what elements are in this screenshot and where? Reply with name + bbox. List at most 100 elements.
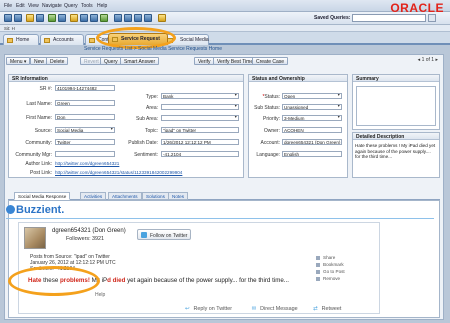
- author-link[interactable]: http://twitter.com/dgreen654321: [55, 161, 119, 166]
- paste-icon[interactable]: [100, 14, 108, 22]
- status-ownership-section: Status and Ownership: [248, 74, 348, 178]
- verify-best-time-button[interactable]: Verify Best Time: [213, 57, 258, 65]
- community-field[interactable]: Twitter: [55, 139, 115, 145]
- summary-textarea[interactable]: [356, 86, 436, 126]
- direct-message-button[interactable]: Direct Message: [260, 306, 297, 312]
- refresh-icon[interactable]: [48, 14, 56, 22]
- menu-edit[interactable]: Edit: [16, 3, 25, 9]
- tab-solutions[interactable]: Solutions: [142, 192, 169, 200]
- buzzient-logo: Buzzient.: [16, 204, 65, 216]
- home-icon: [7, 38, 13, 43]
- saved-queries-label: Saved Queries:: [314, 15, 351, 21]
- tab-home[interactable]: Home: [3, 34, 39, 45]
- next-page-icon[interactable]: ▸: [435, 57, 438, 63]
- area-label: Area:: [146, 105, 158, 111]
- breadcrumb[interactable]: Service Requests List > Social Media Ser…: [4, 46, 444, 53]
- area-select[interactable]: [161, 104, 239, 110]
- sr-number-field[interactable]: 4101994-14274482: [55, 85, 115, 91]
- menu-file[interactable]: File: [4, 3, 12, 9]
- sub-status-select[interactable]: Unassigned: [282, 104, 342, 110]
- saved-queries-select[interactable]: [352, 14, 426, 22]
- priority-label: Priority:: [263, 116, 280, 122]
- owner-field[interactable]: ACOHEN: [282, 127, 342, 133]
- topic-field[interactable]: "ipad" on Twitter: [161, 127, 239, 133]
- detailed-description-text[interactable]: Hate these problems ! My iPad died yet a…: [355, 143, 437, 175]
- priority-select[interactable]: 3-Medium: [282, 115, 342, 121]
- sentiment-field[interactable]: -41.2104: [161, 151, 239, 157]
- query-button[interactable]: Query: [100, 57, 122, 65]
- copy-icon[interactable]: [90, 14, 98, 22]
- print-icon[interactable]: [58, 14, 66, 22]
- menu-navigate[interactable]: Navigate: [42, 3, 62, 9]
- toolbar: Saved Queries:: [0, 12, 450, 25]
- prev-record-icon[interactable]: [124, 14, 132, 22]
- avatar[interactable]: [24, 227, 46, 249]
- create-case-button[interactable]: Create Case: [252, 57, 289, 65]
- community-mgr-field[interactable]: [55, 151, 115, 157]
- follow-on-twitter-button[interactable]: Follow on Twitter: [137, 229, 191, 240]
- forward-icon[interactable]: [14, 14, 22, 22]
- source-select[interactable]: Social Media: [55, 127, 115, 133]
- status-select[interactable]: Open: [282, 93, 342, 99]
- language-field[interactable]: English: [282, 151, 342, 157]
- accounts-icon: [44, 38, 50, 43]
- tab-social-media-response[interactable]: Social Media Response: [14, 192, 71, 200]
- retweet-icon: ⇄: [313, 306, 318, 312]
- search-icon[interactable]: [70, 14, 78, 22]
- menu-tools[interactable]: Tools: [81, 3, 93, 9]
- go-to-post-link[interactable]: Go to Post: [316, 269, 345, 274]
- verify-button[interactable]: Verify: [194, 57, 215, 65]
- smart-answer-button[interactable]: Smart Answer: [120, 57, 160, 65]
- tab-activities[interactable]: Activities: [80, 192, 107, 200]
- bookmark-link[interactable]: Bookmark: [316, 262, 344, 267]
- last-record-icon[interactable]: [144, 14, 152, 22]
- site-label: Sit: H: [4, 26, 15, 31]
- buzzient-logo-icon: [6, 205, 15, 214]
- summary-title: Summary: [353, 75, 439, 82]
- direct-message-icon: ✉: [251, 306, 257, 312]
- post-actions: ↩ Reply on Twitter ✉ Direct Message ⇄ Retwe…: [185, 306, 341, 312]
- save-icon[interactable]: [36, 14, 44, 22]
- reply-button[interactable]: Reply on Twitter: [194, 306, 233, 312]
- tweet-hot-word: d died: [107, 277, 126, 284]
- first-name-field[interactable]: Don: [55, 114, 115, 120]
- screen-tabs: Home Accounts Contacts Social Media Serv…: [0, 32, 450, 45]
- detailed-description-title: Detailed Description: [353, 133, 439, 140]
- sub-status-label: Sub Status:: [254, 105, 280, 111]
- prev-page-icon[interactable]: ◂: [418, 57, 421, 63]
- delete-button[interactable]: Delete: [46, 57, 69, 65]
- community-label: Community:: [25, 140, 52, 146]
- contacts-icon: [89, 38, 95, 43]
- record-pager: ◂ 1 of 1 ▸: [418, 57, 438, 63]
- tab-attachments[interactable]: Attachments: [108, 192, 142, 200]
- author-link-label: Author Link:: [25, 161, 52, 167]
- cut-icon[interactable]: [80, 14, 88, 22]
- next-record-icon[interactable]: [134, 14, 142, 22]
- tab-notes[interactable]: Notes: [168, 192, 189, 200]
- retweet-button[interactable]: Retweet: [322, 306, 342, 312]
- saved-queries-go-button[interactable]: [428, 14, 436, 22]
- publish-date-field[interactable]: 1/26/2012 12:12:12 PM: [161, 139, 239, 145]
- folder-icon[interactable]: [26, 14, 34, 22]
- follow-label: Follow on Twitter: [150, 233, 188, 239]
- sub-area-select[interactable]: [161, 115, 239, 121]
- remove-link[interactable]: Remove: [316, 276, 340, 281]
- last-name-field[interactable]: Green: [55, 100, 115, 106]
- post-link[interactable]: http://twitter.com/dgreen654321/status/1…: [55, 170, 182, 175]
- type-select[interactable]: Bank: [161, 93, 239, 99]
- share-icon: [316, 255, 320, 260]
- help-link[interactable]: Help: [95, 292, 105, 298]
- first-record-icon[interactable]: [114, 14, 122, 22]
- menu-button[interactable]: Menu ▾: [6, 57, 31, 65]
- menu-query[interactable]: Query: [64, 3, 78, 9]
- back-icon[interactable]: [4, 14, 12, 22]
- sentiment-label: Sentiment:: [134, 152, 158, 158]
- user-handle[interactable]: dgreen654321 (Don Green): [52, 228, 126, 234]
- help-icon[interactable]: [158, 14, 166, 22]
- menu-help[interactable]: Help: [97, 3, 107, 9]
- publish-date-label: Publish Date:: [128, 140, 158, 146]
- menu-view[interactable]: View: [28, 3, 39, 9]
- tab-accounts[interactable]: Accounts: [40, 34, 84, 45]
- share-link[interactable]: Share: [316, 255, 335, 260]
- account-field[interactable]: dgreen654321 (Don Green): [282, 139, 342, 145]
